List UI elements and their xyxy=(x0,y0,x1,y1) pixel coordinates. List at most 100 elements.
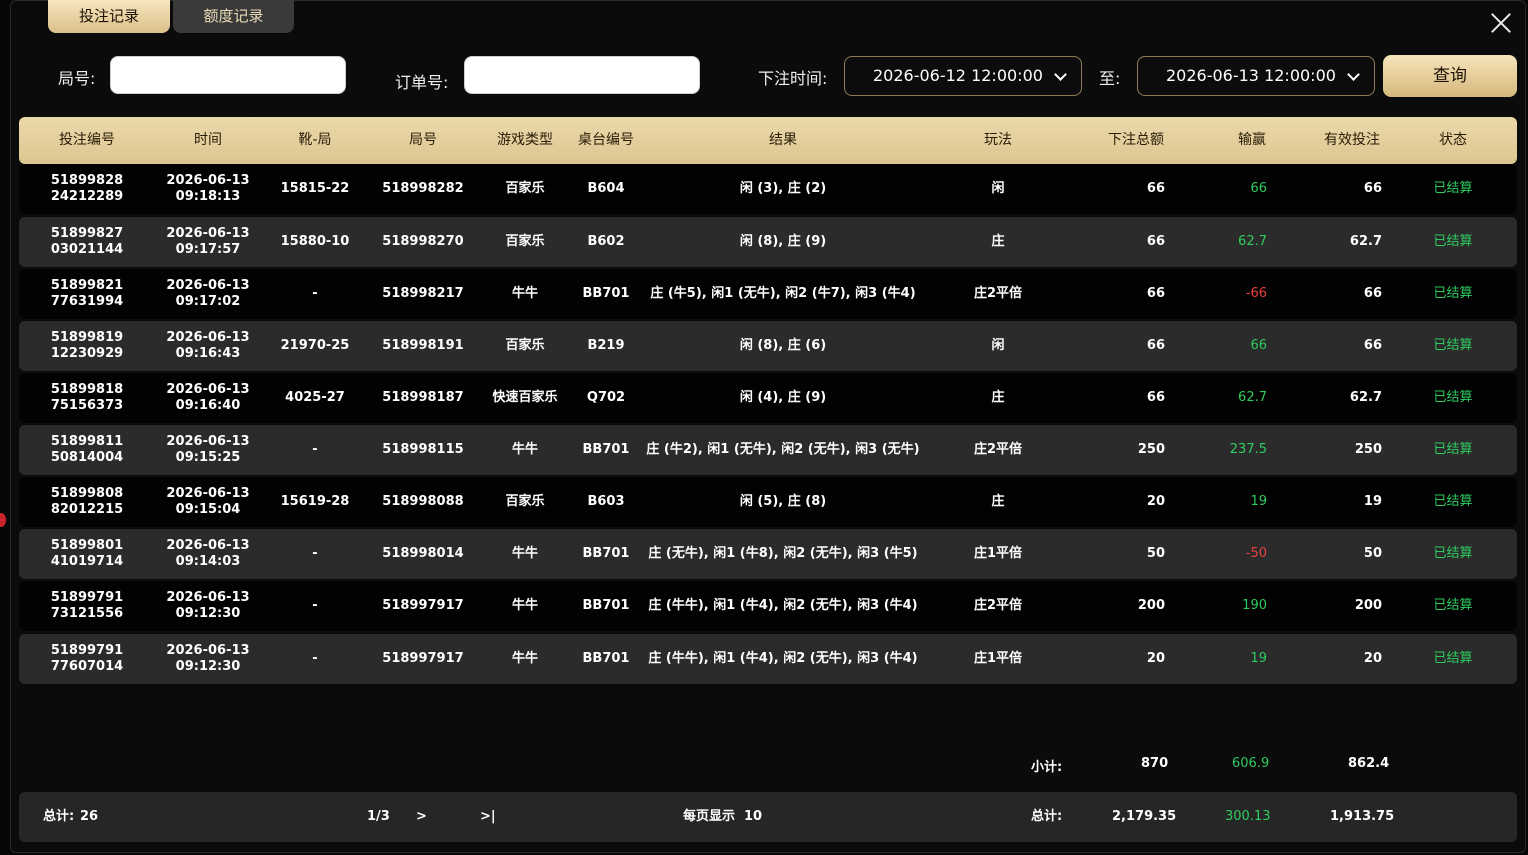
cell-bet-time-line1: 2026-06-13 xyxy=(166,486,250,501)
last-page-button[interactable]: >| xyxy=(480,792,496,842)
cell-bet-id-line2: 82012215 xyxy=(50,502,124,517)
round-input[interactable] xyxy=(110,56,346,94)
cell-valid-bet: 200 xyxy=(1354,598,1382,613)
end-time-value: 2026-06-13 12:00:00 xyxy=(1166,66,1336,85)
table-row[interactable]: 51899818 75156373 2026-06-13 09:16:40 4025-2… xyxy=(19,373,1517,423)
col-bet-total[interactable]: 下注总额 xyxy=(1108,117,1164,164)
cell-play-type: 庄2平倍 xyxy=(973,598,1023,613)
table-row[interactable]: 51899828 24212289 2026-06-13 09:18:13 15815-… xyxy=(19,164,1517,214)
cell-win-loss: -66 xyxy=(1245,286,1267,301)
cell-status: 已结算 xyxy=(1433,651,1473,666)
table-row[interactable]: 51899819 12230929 2026-06-13 09:16:43 21970-… xyxy=(19,321,1517,371)
cell-win-loss: 19 xyxy=(1250,494,1267,509)
bet-time-label: 下注时间: xyxy=(758,69,828,88)
cell-bet-time-line2: 09:15:25 xyxy=(175,450,241,465)
cell-shoe-round: - xyxy=(312,598,318,613)
end-time-select[interactable]: 2026-06-13 12:00:00 xyxy=(1137,56,1375,96)
cell-bet-id-line1: 51899819 xyxy=(50,330,124,345)
red-indicator xyxy=(0,513,6,527)
col-game-type[interactable]: 游戏类型 xyxy=(497,117,553,164)
per-page-value[interactable]: 10 xyxy=(744,792,762,842)
cell-round-number: 518998115 xyxy=(382,442,464,457)
cell-bet-total: 200 xyxy=(1137,598,1165,613)
cell-bet-id: 51899818 75156373 xyxy=(51,382,123,414)
cell-bet-id: 51899808 82012215 xyxy=(51,486,123,518)
chevron-down-icon xyxy=(1054,68,1067,81)
col-valid-bet[interactable]: 有效投注 xyxy=(1324,117,1380,164)
cell-bet-time: 2026-06-13 09:12:30 xyxy=(166,643,249,675)
cell-shoe-round: 4025-27 xyxy=(285,390,345,405)
cell-bet-id-line2: 03021144 xyxy=(50,242,124,257)
cell-round-number: 518998088 xyxy=(382,494,464,509)
order-label: 订单号: xyxy=(395,73,449,92)
cell-status: 已结算 xyxy=(1433,181,1473,196)
cell-bet-time-line1: 2026-06-13 xyxy=(166,330,250,345)
cell-game-type: 牛牛 xyxy=(511,286,539,301)
cell-bet-time-line2: 09:12:30 xyxy=(175,606,241,621)
cell-round-number: 518998270 xyxy=(382,234,464,249)
cell-status: 已结算 xyxy=(1433,390,1473,405)
cell-win-loss: -50 xyxy=(1245,546,1267,561)
cell-result: 闲 (4), 庄 (9) xyxy=(739,390,827,405)
col-table-id[interactable]: 桌台编号 xyxy=(578,117,634,164)
cell-bet-id-line1: 51899791 xyxy=(50,590,124,605)
cell-table-id: B219 xyxy=(587,338,625,353)
cell-bet-time-line2: 09:14:03 xyxy=(175,554,241,569)
cell-bet-total: 66 xyxy=(1146,338,1165,353)
table-row[interactable]: 51899811 50814004 2026-06-13 09:15:25 - 51899… xyxy=(19,425,1517,475)
col-play[interactable]: 玩法 xyxy=(984,117,1012,164)
cell-status: 已结算 xyxy=(1433,494,1473,509)
cell-bet-id: 51899828 24212289 xyxy=(51,173,123,205)
col-win-loss[interactable]: 输赢 xyxy=(1238,117,1266,164)
cell-result: 庄 (牛2), 闲1 (无牛), 闲2 (无牛), 闲3 (无牛) xyxy=(646,442,920,457)
col-shoe[interactable]: 靴-局 xyxy=(298,117,331,164)
cell-game-type: 百家乐 xyxy=(505,338,545,353)
table-row[interactable]: 51899821 77631994 2026-06-13 09:17:02 - 51899… xyxy=(19,269,1517,319)
col-time[interactable]: 时间 xyxy=(194,117,222,164)
cell-status: 已结算 xyxy=(1433,234,1473,249)
cell-result: 庄 (牛5), 闲1 (无牛), 闲2 (牛7), 闲3 (牛4) xyxy=(650,286,916,301)
table-row[interactable]: 51899808 82012215 2026-06-13 09:15:04 15619-… xyxy=(19,477,1517,527)
col-round[interactable]: 局号 xyxy=(409,117,437,164)
cell-bet-total: 50 xyxy=(1146,546,1165,561)
cell-bet-id-line1: 51899791 xyxy=(50,643,124,658)
cell-bet-time-line2: 09:12:30 xyxy=(175,659,241,674)
cell-bet-time: 2026-06-13 09:16:40 xyxy=(166,382,249,414)
chevron-down-icon xyxy=(1347,68,1360,81)
close-icon[interactable] xyxy=(1490,12,1512,34)
cell-table-id: BB701 xyxy=(582,546,630,561)
cell-shoe-round: 15815-22 xyxy=(280,181,350,196)
grand-total-win: 300.13 xyxy=(1225,809,1271,824)
cell-valid-bet: 66 xyxy=(1363,338,1382,353)
cell-valid-bet: 62.7 xyxy=(1349,390,1382,405)
cell-bet-time: 2026-06-13 09:18:13 xyxy=(166,173,249,205)
col-bet-id[interactable]: 投注编号 xyxy=(59,117,115,164)
next-page-button[interactable]: > xyxy=(416,792,427,842)
cell-game-type: 百家乐 xyxy=(505,181,545,196)
cell-round-number: 518998282 xyxy=(382,181,464,196)
col-status[interactable]: 状态 xyxy=(1439,117,1467,164)
cell-play-type: 庄 xyxy=(991,390,1005,405)
cell-bet-total: 20 xyxy=(1146,494,1165,509)
table-row[interactable]: 51899791 73121556 2026-06-13 09:12:30 - 51899… xyxy=(19,581,1517,631)
query-button[interactable]: 查询 xyxy=(1383,55,1517,97)
subtotal-win: 606.9 xyxy=(1232,756,1270,771)
col-result[interactable]: 结果 xyxy=(769,117,797,164)
table-row[interactable]: 51899791 77607014 2026-06-13 09:12:30 - 51899… xyxy=(19,634,1517,684)
cell-round-number: 518997917 xyxy=(382,598,464,613)
cell-bet-time-line1: 2026-06-13 xyxy=(166,382,250,397)
tab-credit-records[interactable]: 额度记录 xyxy=(173,0,294,33)
cell-play-type: 闲 xyxy=(991,338,1005,353)
cell-bet-id: 51899791 77607014 xyxy=(51,643,123,675)
cell-win-loss: 190 xyxy=(1242,598,1267,613)
cell-status: 已结算 xyxy=(1433,286,1473,301)
cell-valid-bet: 66 xyxy=(1363,286,1382,301)
cell-game-type: 牛牛 xyxy=(511,442,539,457)
order-input[interactable] xyxy=(464,56,700,94)
tab-bet-records[interactable]: 投注记录 xyxy=(48,0,170,33)
cell-bet-time-line2: 09:15:04 xyxy=(175,502,241,517)
start-time-select[interactable]: 2026-06-12 12:00:00 xyxy=(844,56,1082,96)
table-row[interactable]: 51899801 41019714 2026-06-13 09:14:03 - 51899… xyxy=(19,529,1517,579)
table-row[interactable]: 51899827 03021144 2026-06-13 09:17:57 15880-… xyxy=(19,217,1517,267)
cell-round-number: 518997917 xyxy=(382,651,464,666)
